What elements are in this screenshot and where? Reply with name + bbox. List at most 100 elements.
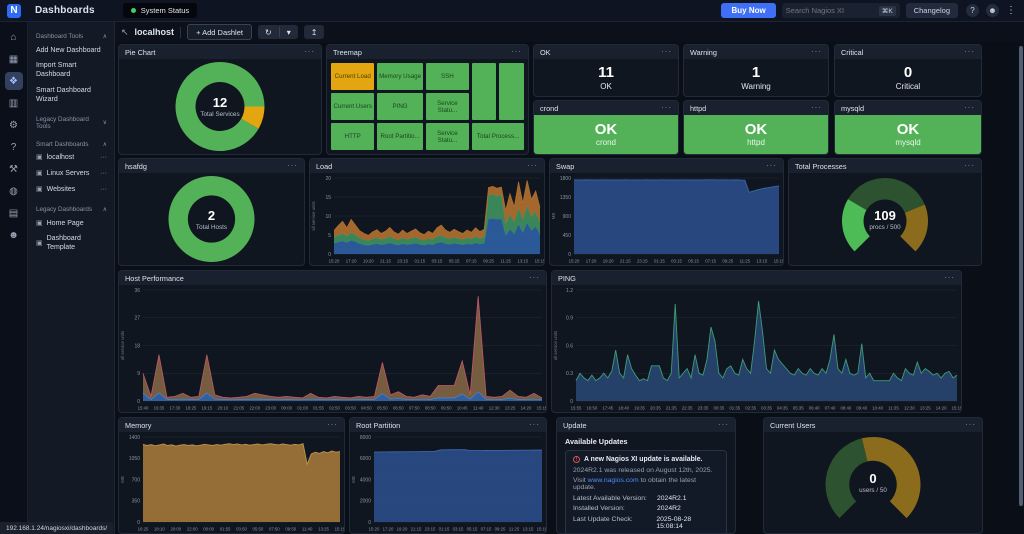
treemap-tile-memory-usage[interactable]: Memory Usage <box>377 63 422 90</box>
svg-text:23:00: 23:00 <box>265 406 276 411</box>
scrollbar-thumb[interactable] <box>1019 46 1023 506</box>
monitoring-icon[interactable]: ◍ <box>5 182 23 200</box>
treemap-tile-ssh[interactable]: SSH <box>426 63 469 90</box>
panel-menu-icon[interactable]: ··· <box>964 49 975 55</box>
users-gauge-chart <box>764 432 982 533</box>
system-status-button[interactable]: System Status <box>123 3 197 18</box>
enterprise-icon[interactable]: ▤ <box>5 204 23 222</box>
settings-icon[interactable]: ⚙ <box>5 116 23 134</box>
treemap-tile-service-statu-[interactable]: Service Statu... <box>426 93 469 120</box>
back-arrow-icon[interactable]: ↖ <box>121 27 129 38</box>
export-icon[interactable]: ↥ <box>304 25 325 39</box>
sidebar-item-import-smart-dashboard[interactable]: Import Smart Dashboard <box>28 59 114 84</box>
sidebar-item-smart-dashboard-wizard[interactable]: Smart Dashboard Wizard <box>28 83 114 108</box>
svg-text:17:20: 17:20 <box>586 259 597 264</box>
treemap-tile-http[interactable]: HTTP <box>331 123 374 150</box>
overflow-menu-icon[interactable]: ⋮ <box>1006 5 1016 16</box>
svg-text:23:15: 23:15 <box>397 259 408 264</box>
search-input[interactable] <box>786 6 866 15</box>
item-menu-icon[interactable]: ··· <box>100 186 107 195</box>
help-icon[interactable]: ? <box>5 138 23 156</box>
treemap-tile[interactable] <box>499 63 524 120</box>
treemap-tile-current-users[interactable]: Current Users <box>331 93 374 120</box>
panel-menu-icon[interactable]: ··· <box>529 422 540 428</box>
svg-text:13:25: 13:25 <box>505 406 516 411</box>
nagios-logo[interactable]: N <box>7 4 21 18</box>
panel-title: Total Processes <box>795 162 847 171</box>
svg-text:all service units: all service units <box>311 201 316 230</box>
treemap-tile[interactable] <box>472 63 496 120</box>
sidebar-item-dashboard-template[interactable]: ▣Dashboard Template <box>28 232 114 257</box>
dashboards-icon[interactable]: ❖ <box>5 72 23 90</box>
user-icon[interactable]: ☻ <box>986 4 999 17</box>
panel-title: Load <box>316 162 332 171</box>
panel-menu-icon[interactable]: ··· <box>964 105 975 111</box>
panel-menu-icon[interactable]: ··· <box>811 49 822 55</box>
item-menu-icon[interactable]: ··· <box>100 170 107 179</box>
treemap-tile-ping[interactable]: PING <box>377 93 422 120</box>
dashboard-toolbar: ↖ localhost + Add Dashlet ↻ ▾ ↥ <box>115 22 1024 42</box>
home-icon[interactable]: ⌂ <box>5 28 23 46</box>
svg-text:10: 10 <box>325 214 331 220</box>
svg-text:15:15: 15:15 <box>774 259 783 264</box>
treemap-tile-total-process-[interactable]: Total Process... <box>472 123 524 150</box>
panel-menu-icon[interactable]: ··· <box>529 275 540 281</box>
sidebar-item-linux-servers[interactable]: ▣Linux Servers··· <box>28 167 114 183</box>
panel-title: Treemap <box>333 48 362 57</box>
refresh-icon[interactable]: ↻ <box>258 25 279 39</box>
reports-icon[interactable]: ▥ <box>5 94 23 112</box>
host-performance-chart: 0918273615:4016:3517:3018:2519:1520:1021… <box>119 285 546 412</box>
buy-now-button[interactable]: Buy Now <box>721 3 775 18</box>
panel-menu-icon[interactable]: ··· <box>661 105 672 111</box>
status-tile[interactable]: OK httpd <box>684 115 828 154</box>
panel-menu-icon[interactable]: ··· <box>287 163 298 169</box>
apps-icon[interactable]: ▦ <box>5 50 23 68</box>
panel-menu-icon[interactable]: ··· <box>511 49 522 55</box>
sidebar-section-header[interactable]: Dashboard Tools∧ <box>28 30 114 43</box>
panel-menu-icon[interactable]: ··· <box>964 163 975 169</box>
panel-menu-icon[interactable]: ··· <box>811 105 822 111</box>
search-box[interactable]: ⌘K <box>782 3 900 18</box>
add-dashlet-button[interactable]: + Add Dashlet <box>187 24 252 40</box>
svg-text:13:15: 13:15 <box>517 259 528 264</box>
refresh-chevron-icon[interactable]: ▾ <box>280 25 298 39</box>
sidebar-section-header[interactable]: Smart Dashboards∧ <box>28 138 114 151</box>
item-menu-icon[interactable]: ··· <box>100 154 107 163</box>
panel-menu-icon[interactable]: ··· <box>327 422 338 428</box>
panel-menu-icon[interactable]: ··· <box>944 275 955 281</box>
nagios-link[interactable]: www.nagios.com <box>588 477 639 484</box>
treemap-tile-root-partitio-[interactable]: Root Partitio... <box>377 123 422 150</box>
panel-header[interactable]: Treemap ··· <box>327 45 528 59</box>
panel-menu-icon[interactable]: ··· <box>304 49 315 55</box>
status-tile[interactable]: OK mysqld <box>835 115 981 154</box>
svg-text:09:25: 09:25 <box>722 259 733 264</box>
panel-menu-icon[interactable]: ··· <box>718 422 729 428</box>
sidebar-section-header[interactable]: Legacy Dashboards∧ <box>28 203 114 216</box>
changelog-button[interactable]: Changelog <box>906 3 958 18</box>
sidebar-item-home-page[interactable]: ▣Home Page <box>28 216 114 232</box>
svg-text:00:00: 00:00 <box>281 406 292 411</box>
panel-menu-icon[interactable]: ··· <box>766 163 777 169</box>
sidebar-item-localhost[interactable]: ▣localhost··· <box>28 151 114 167</box>
treemap-tile-current-load[interactable]: Current Load <box>331 63 374 90</box>
svg-text:05:15: 05:15 <box>467 527 478 532</box>
vertical-scrollbar[interactable] <box>1019 42 1023 534</box>
svg-text:07:15: 07:15 <box>481 527 492 532</box>
panel-menu-icon[interactable]: ··· <box>527 163 538 169</box>
tools-icon[interactable]: ⚒ <box>5 160 23 178</box>
sidebar-item-label: Home Page <box>47 220 107 229</box>
panel-title: Host Performance <box>125 274 184 283</box>
help-icon[interactable]: ? <box>966 4 979 17</box>
svg-text:0: 0 <box>137 399 140 405</box>
svg-text:22:00: 22:00 <box>187 527 198 532</box>
sidebar-item-websites[interactable]: ▣Websites··· <box>28 182 114 198</box>
panel-menu-icon[interactable]: ··· <box>965 422 976 428</box>
sidebar-section-header[interactable]: Legacy Dashboard Tools∨ <box>28 113 114 133</box>
status-tile[interactable]: OK crond <box>534 115 678 154</box>
sidebar-item-add-new-dashboard[interactable]: Add New Dashboard <box>28 43 114 59</box>
svg-text:08:50: 08:50 <box>425 406 436 411</box>
user-icon[interactable]: ☻ <box>5 226 23 244</box>
panel-header[interactable]: Pie Chart ··· <box>119 45 321 59</box>
treemap-tile-service-statu-[interactable]: Service Statu... <box>426 123 469 150</box>
panel-menu-icon[interactable]: ··· <box>661 49 672 55</box>
